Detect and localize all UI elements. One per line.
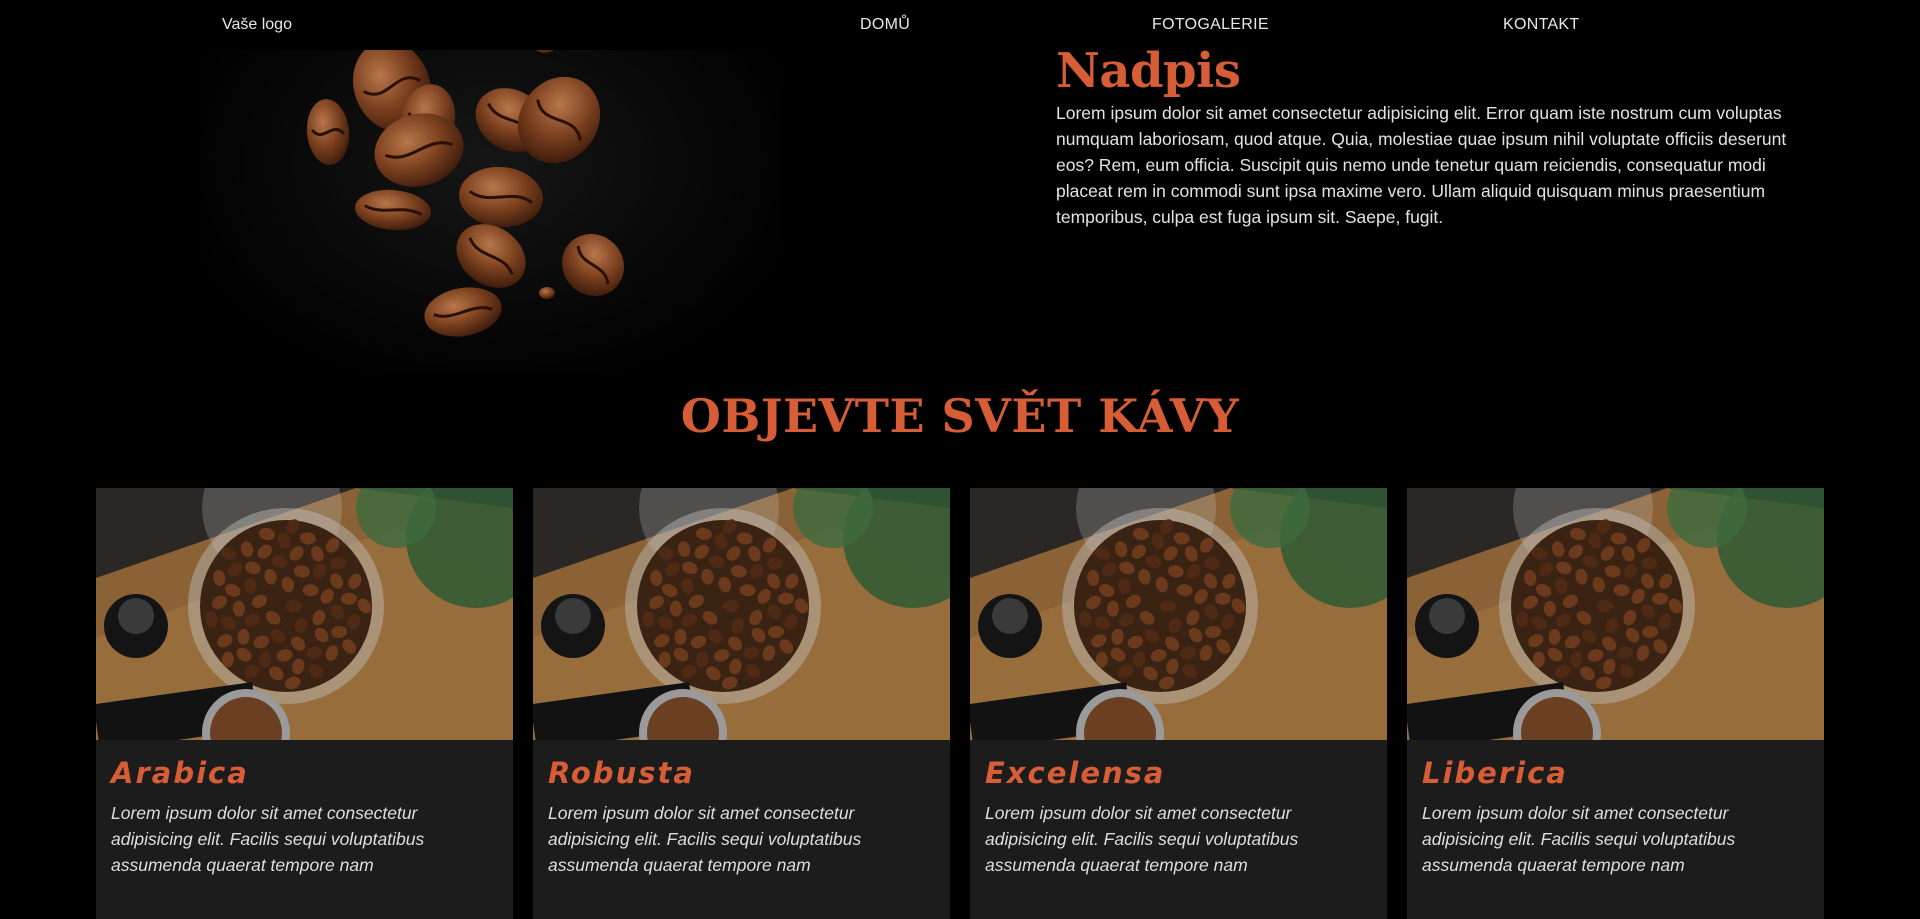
card-text: Lorem ipsum dolor sit amet consectetur a… — [548, 803, 862, 875]
nav-link-home[interactable]: DOMŮ — [860, 16, 910, 34]
hero-paragraph: Lorem ipsum dolor sit amet consectetur a… — [1056, 103, 1787, 227]
coffee-jar-image — [970, 488, 1387, 740]
nav-link-gallery[interactable]: FOTOGALERIE — [1152, 16, 1269, 34]
top-navigation: Vaše logo DOMŮ FOTOGALERIE KONTAKT — [0, 0, 1920, 50]
coffee-jar-image — [1407, 488, 1824, 740]
card-title: Arabica — [111, 756, 249, 790]
coffee-bean-graphic — [424, 287, 502, 337]
coffee-card-robusta[interactable]: Robusta Lorem ipsum dolor sit amet conse… — [533, 488, 950, 919]
card-text: Lorem ipsum dolor sit amet consectetur a… — [985, 803, 1299, 875]
hero-title: Nadpis — [1056, 43, 1241, 99]
coffee-bean-graphic — [539, 287, 555, 299]
coffee-bean-graphic — [355, 189, 431, 231]
card-title: Excelensa — [985, 756, 1166, 790]
coffee-card-excelensa[interactable]: Excelensa Lorem ipsum dolor sit amet con… — [970, 488, 1387, 919]
section-title: OBJEVTE SVĚT KÁVY — [680, 389, 1240, 443]
coffee-bean-graphic — [561, 233, 625, 297]
hero-coffee-beans-image — [200, 50, 780, 370]
card-title: Liberica — [1422, 756, 1568, 790]
coffee-card-liberica[interactable]: Liberica Lorem ipsum dolor sit amet cons… — [1407, 488, 1824, 919]
coffee-cards: Arabica Lorem ipsum dolor sit amet conse… — [96, 488, 1824, 919]
card-text: Lorem ipsum dolor sit amet consectetur a… — [111, 803, 425, 875]
coffee-bean-graphic — [517, 76, 601, 164]
card-text: Lorem ipsum dolor sit amet consectetur a… — [1422, 803, 1736, 875]
card-title: Robusta — [548, 756, 695, 790]
coffee-bean-graphic — [459, 166, 543, 228]
nav-link-contact[interactable]: KONTAKT — [1503, 16, 1579, 34]
site-logo[interactable]: Vaše logo — [222, 16, 292, 34]
coffee-bean-graphic — [535, 50, 555, 53]
coffee-jar-image — [96, 488, 513, 740]
hero-text-block: Nadpis Lorem ipsum dolor sit amet consec… — [1056, 44, 1826, 230]
coffee-card-arabica[interactable]: Arabica Lorem ipsum dolor sit amet conse… — [96, 488, 513, 919]
coffee-bean-graphic — [306, 99, 350, 165]
coffee-jar-image — [533, 488, 950, 740]
